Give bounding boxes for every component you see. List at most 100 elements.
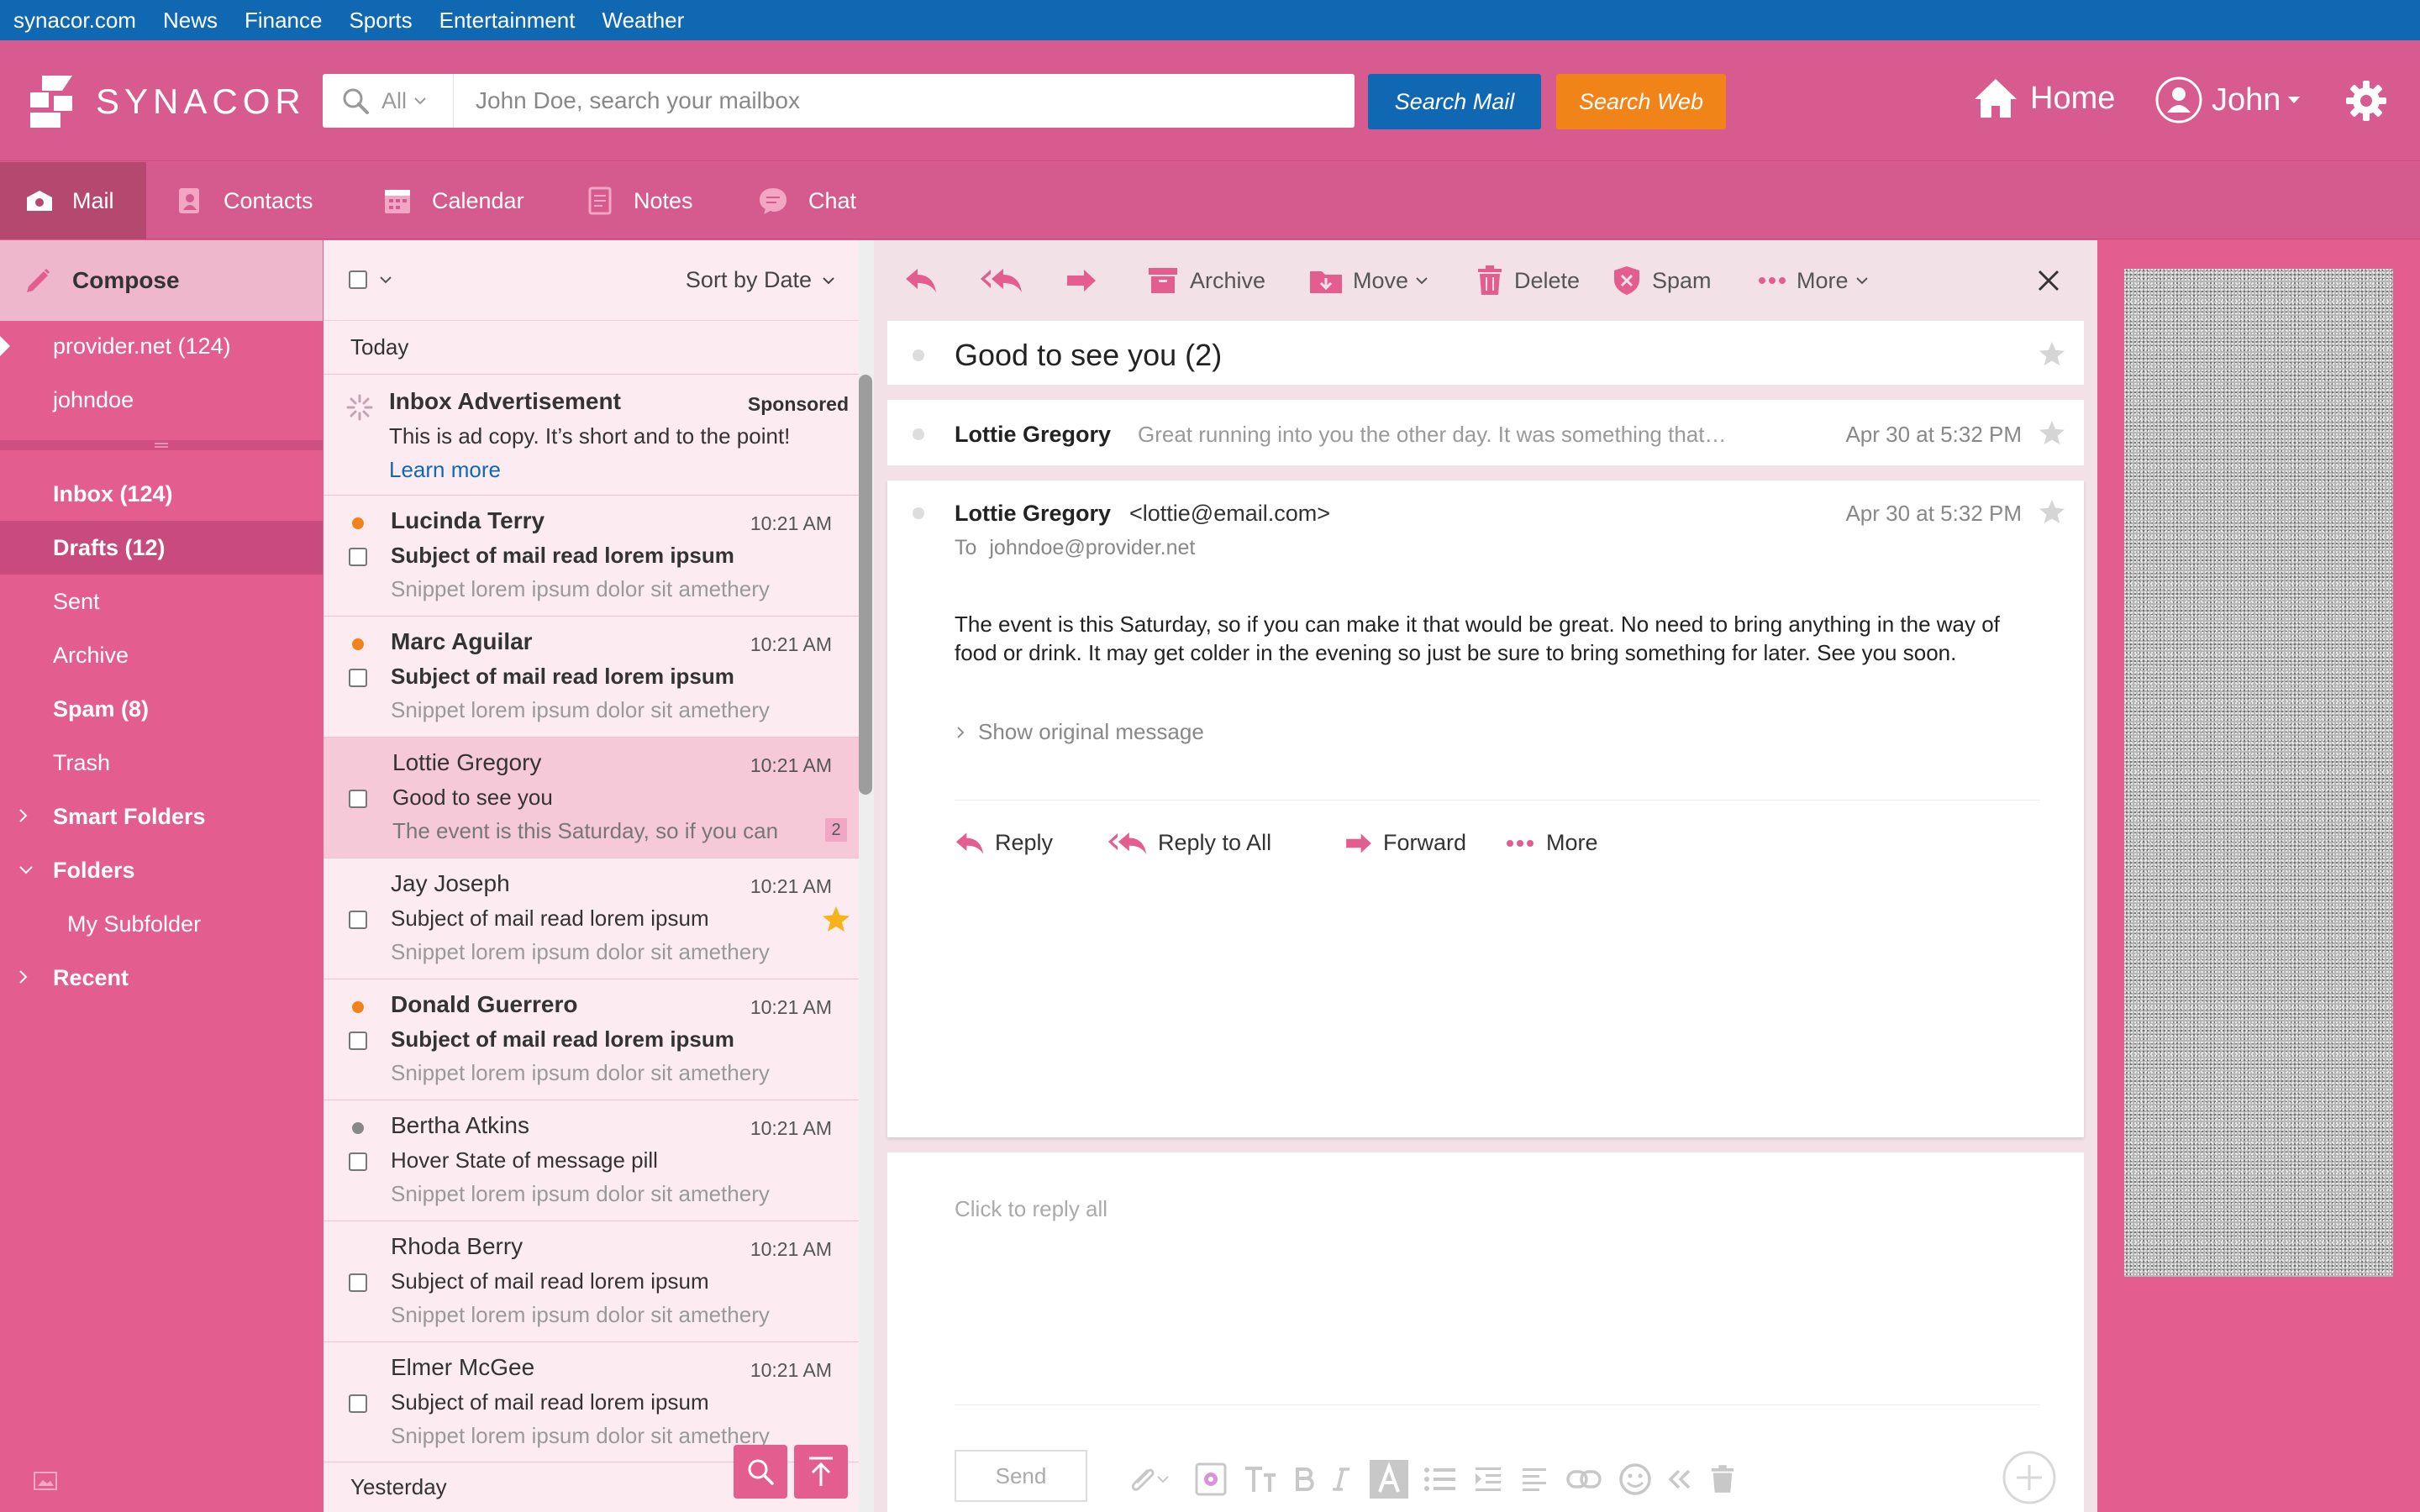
message-checkbox[interactable] — [349, 669, 367, 687]
portal-link-entertainment[interactable]: Entertainment — [439, 8, 576, 34]
star-outline-icon[interactable] — [2039, 499, 2065, 524]
select-all-checkbox[interactable] — [349, 270, 392, 289]
delete-button[interactable]: Delete — [1477, 240, 1580, 321]
message-row-selected[interactable]: Lottie Gregory 10:21 AM Good to see you … — [324, 738, 859, 858]
italic-icon[interactable] — [1331, 1466, 1351, 1493]
emoji-icon[interactable] — [1618, 1462, 1652, 1496]
text-color-icon[interactable] — [1370, 1460, 1408, 1499]
attachment-icon[interactable] — [1123, 1463, 1170, 1495]
more-toolbar-button[interactable]: More — [1758, 240, 1869, 321]
portal-link-finance[interactable]: Finance — [245, 8, 323, 34]
tab-notes[interactable]: Notes — [588, 162, 693, 239]
folder-sent[interactable]: Sent — [0, 575, 323, 628]
search-web-button[interactable]: Search Web — [1556, 74, 1726, 129]
indent-icon[interactable] — [1474, 1466, 1502, 1493]
portal-link-weather[interactable]: Weather — [602, 8, 685, 34]
star-icon[interactable] — [822, 906, 850, 932]
show-original-link[interactable]: Show original message — [956, 719, 1204, 745]
tab-calendar[interactable]: Calendar — [383, 162, 524, 239]
tab-chat[interactable]: Chat — [758, 162, 856, 239]
display-ad[interactable] — [2124, 269, 2393, 1277]
move-button[interactable]: Move — [1309, 240, 1428, 321]
add-circle-icon[interactable] — [2002, 1450, 2057, 1505]
folder-spam[interactable]: Spam (8) — [0, 682, 323, 736]
tab-contacts[interactable]: Contacts — [176, 162, 313, 239]
quote-collapse-icon[interactable] — [1667, 1468, 1692, 1490]
folder-trash[interactable]: Trash — [0, 736, 323, 790]
ad-row[interactable]: Inbox Advertisement Sponsored This is ad… — [324, 375, 859, 496]
contacts-icon — [179, 188, 199, 213]
message-checkbox[interactable] — [349, 1032, 367, 1050]
message-row[interactable]: Jay Joseph 10:21 AM Subject of mail read… — [324, 858, 859, 979]
message-subject: Subject of mail read lorem ipsum — [391, 1389, 709, 1415]
reply-toolbar-button[interactable] — [904, 240, 938, 321]
folder-my-subfolder[interactable]: My Subfolder — [0, 897, 323, 951]
folder-inbox[interactable]: Inbox (124) — [0, 467, 323, 521]
more-actions-button[interactable]: More — [1506, 830, 1598, 856]
discard-trash-icon[interactable] — [1711, 1465, 1734, 1494]
portal-link-news[interactable]: News — [163, 8, 218, 34]
forward-button[interactable]: Forward — [1344, 830, 1466, 856]
user-menu[interactable]: John — [2154, 76, 2301, 124]
star-outline-icon[interactable] — [2039, 341, 2065, 366]
folder-smart-folders[interactable]: Smart Folders — [0, 790, 323, 843]
sort-dropdown[interactable]: Sort by Date — [686, 267, 835, 293]
message-checkbox[interactable] — [349, 790, 367, 808]
chevron-down-icon — [19, 866, 33, 874]
portal-link-synacor[interactable]: synacor.com — [13, 8, 136, 34]
synacor-logo[interactable]: SYNACOR — [24, 74, 306, 129]
message-row[interactable]: Donald Guerrero 10:21 AM Subject of mail… — [324, 979, 859, 1100]
message-checkbox[interactable] — [349, 548, 367, 566]
collapsed-message[interactable]: Lottie Gregory Great running into you th… — [887, 400, 2084, 465]
tab-mail[interactable]: Mail — [0, 162, 146, 239]
reply-all-button[interactable]: Reply to All — [1107, 830, 1271, 856]
portal-link-sports[interactable]: Sports — [349, 8, 412, 34]
account-provider[interactable]: provider.net (124) — [0, 319, 323, 373]
message-checkbox[interactable] — [349, 1394, 367, 1413]
star-outline-icon[interactable] — [2039, 420, 2065, 445]
font-size-icon[interactable] — [1244, 1465, 1277, 1494]
forward-toolbar-button[interactable] — [1065, 240, 1097, 321]
bullet-list-icon[interactable] — [1423, 1466, 1457, 1493]
reply-all-toolbar-button[interactable] — [980, 240, 1023, 321]
scroll-to-top-button[interactable] — [794, 1445, 848, 1499]
home-link[interactable]: Home — [1973, 77, 2115, 119]
folder-archive[interactable]: Archive — [0, 628, 323, 682]
search-scope-label: All — [381, 87, 408, 113]
message-row[interactable]: Lucinda Terry 10:21 AM Subject of mail r… — [324, 496, 859, 617]
to-address[interactable]: johndoe@provider.net — [989, 536, 1195, 559]
reply-all-icon — [1107, 832, 1147, 854]
search-scope-dropdown[interactable]: All — [323, 74, 454, 128]
message-from-name[interactable]: Lottie Gregory — [955, 501, 1111, 527]
spam-button[interactable]: Spam — [1613, 240, 1712, 321]
compose-button[interactable]: Compose — [0, 240, 323, 321]
message-checkbox[interactable] — [349, 1273, 367, 1292]
account-divider[interactable] — [0, 440, 323, 450]
search-input[interactable] — [454, 76, 1355, 126]
search-mail-button[interactable]: Search Mail — [1368, 74, 1541, 129]
close-reading-pane-button[interactable] — [2037, 240, 2060, 321]
link-icon[interactable] — [1566, 1468, 1602, 1490]
reply-button[interactable]: Reply — [955, 830, 1053, 856]
account-johndoe[interactable]: johndoe — [0, 373, 323, 427]
folder-recent[interactable]: Recent — [0, 951, 323, 1005]
folder-folders[interactable]: Folders — [0, 843, 323, 897]
send-button[interactable]: Send — [955, 1450, 1087, 1502]
image-toggle-icon[interactable] — [34, 1472, 57, 1490]
insert-photo-icon[interactable] — [1195, 1462, 1227, 1496]
message-from-email[interactable]: <lottie@email.com> — [1129, 501, 1330, 527]
search-fab-button[interactable] — [734, 1445, 787, 1499]
message-row-hover[interactable]: Bertha Atkins 10:21 AM Hover State of me… — [324, 1100, 859, 1221]
message-row[interactable]: Rhoda Berry 10:21 AM Subject of mail rea… — [324, 1221, 859, 1342]
learn-more-link[interactable]: Learn more — [389, 457, 501, 483]
settings-button[interactable] — [2344, 79, 2388, 123]
align-icon[interactable] — [1521, 1467, 1548, 1492]
message-row[interactable]: Marc Aguilar 10:21 AM Subject of mail re… — [324, 617, 859, 738]
reply-body-input[interactable]: Click to reply all — [955, 1196, 2047, 1364]
bold-icon[interactable] — [1294, 1466, 1314, 1493]
message-list-scrollbar[interactable] — [859, 375, 872, 795]
folder-drafts[interactable]: Drafts (12) — [0, 521, 323, 575]
message-checkbox[interactable] — [349, 911, 367, 929]
message-checkbox[interactable] — [349, 1152, 367, 1171]
archive-button[interactable]: Archive — [1148, 240, 1265, 321]
